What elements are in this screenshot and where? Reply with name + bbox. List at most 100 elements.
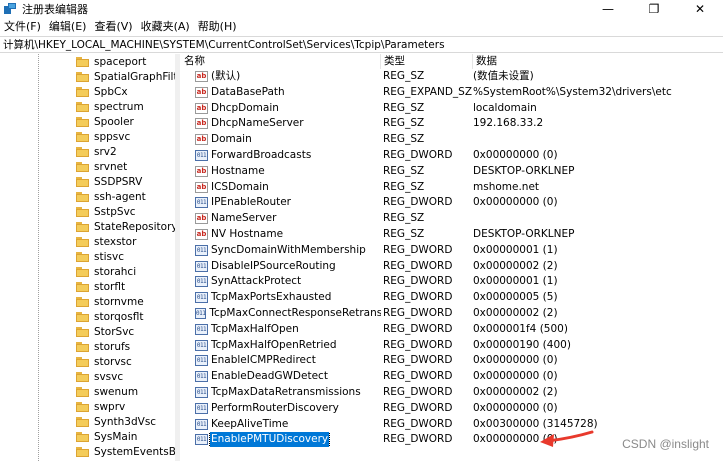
value-type: REG_DWORD bbox=[383, 338, 453, 351]
list-item[interactable]: ab NameServer REG_SZ bbox=[181, 211, 723, 226]
value-name-cell: ab DhcpDomain bbox=[195, 101, 381, 116]
list-item[interactable]: 011 DisableIPSourceRouting REG_DWORD 0x0000… bbox=[181, 259, 723, 274]
list-item[interactable]: ab Hostname REG_SZ DESKTOP-ORKLNEP bbox=[181, 164, 723, 179]
tree-item[interactable]: stisvc bbox=[76, 249, 124, 264]
list-item[interactable]: 011 KeepAliveTime REG_DWORD 0x00300000 (314… bbox=[181, 417, 723, 432]
tree-item[interactable]: srv2 bbox=[76, 144, 117, 159]
list-item[interactable]: ab DhcpDomain REG_SZ localdomain bbox=[181, 101, 723, 116]
list-item[interactable]: 011 TcpMaxDataRetransmissions REG_DWORD 0x0… bbox=[181, 385, 723, 400]
tree-item[interactable]: Spooler bbox=[76, 114, 134, 129]
tree-item[interactable]: SystemEventsBroke bbox=[76, 444, 175, 459]
tree-item[interactable]: SysMain bbox=[76, 429, 137, 444]
tree-item-label: storufs bbox=[94, 340, 131, 353]
list-item[interactable]: ab (默认) REG_SZ (数值未设置) bbox=[181, 69, 723, 84]
key-tree[interactable]: spaceport SpatialGraphFilter SpbCx spectrum… bbox=[0, 54, 176, 461]
list-item[interactable]: 011 SyncDomainWithMembership REG_DWORD 0x00… bbox=[181, 243, 723, 258]
list-item[interactable]: 011 TcpMaxHalfOpenRetried REG_DWORD 0x00000… bbox=[181, 338, 723, 353]
list-item[interactable]: 011 TcpMaxPortsExhausted REG_DWORD 0x000000… bbox=[181, 290, 723, 305]
tree-item[interactable]: srvnet bbox=[76, 159, 127, 174]
tree-item[interactable]: stexstor bbox=[76, 234, 136, 249]
folder-icon bbox=[76, 266, 89, 277]
maximize-button[interactable]: ❐ bbox=[631, 0, 677, 18]
tree-item[interactable]: storvsc bbox=[76, 354, 132, 369]
binary-value-icon: 011 bbox=[195, 260, 208, 272]
tree-item[interactable]: sppsvc bbox=[76, 129, 130, 144]
list-item[interactable]: 011 PerformRouterDiscovery REG_DWORD 0x0000… bbox=[181, 401, 723, 416]
string-value-icon: ab bbox=[195, 165, 208, 177]
value-name: ICSDomain bbox=[211, 180, 269, 193]
tree-item[interactable]: StorSvc bbox=[76, 324, 134, 339]
value-data: 0x000001f4 (500) bbox=[473, 322, 568, 335]
value-name: TcpMaxPortsExhausted bbox=[211, 291, 332, 304]
list-item[interactable]: 011 EnableICMPRedirect REG_DWORD 0x00000000… bbox=[181, 353, 723, 368]
value-name-cell: 011 TcpMaxDataRetransmissions bbox=[195, 385, 381, 400]
value-data: mshome.net bbox=[473, 180, 540, 193]
menu-edit[interactable]: 编辑(E) bbox=[45, 18, 91, 34]
tree-item[interactable]: stornvme bbox=[76, 294, 144, 309]
value-type: REG_DWORD bbox=[383, 149, 453, 161]
value-name: EnableICMPRedirect bbox=[211, 354, 316, 367]
tree-item[interactable]: StateRepository bbox=[76, 219, 176, 234]
column-header-type[interactable]: 类型 bbox=[381, 54, 473, 69]
close-button[interactable]: ✕ bbox=[677, 0, 723, 18]
tree-item-label: sppsvc bbox=[94, 130, 131, 143]
column-header-name[interactable]: 名称 bbox=[181, 54, 381, 69]
window-controls: — ❐ ✕ bbox=[585, 0, 723, 18]
list-item[interactable]: ab DhcpNameServer REG_SZ 192.168.33.2 bbox=[181, 116, 723, 131]
value-name-cell: 011TcpMaxConnectResponseRetransmi... bbox=[195, 306, 381, 321]
value-name-cell: 011 SynAttackProtect bbox=[195, 274, 381, 289]
tree-item[interactable]: Synth3dVsc bbox=[76, 414, 156, 429]
list-item[interactable]: 011TcpMaxConnectResponseRetransmi...REG_… bbox=[181, 306, 723, 321]
menu-favorites[interactable]: 收藏夹(A) bbox=[137, 18, 194, 34]
value-name-cell: 011 IPEnableRouter bbox=[195, 195, 381, 210]
tree-item-label: spaceport bbox=[94, 55, 147, 68]
tree-item[interactable]: SstpSvc bbox=[76, 204, 136, 219]
value-data: 0x00000000 (0) bbox=[473, 370, 558, 383]
menu-help[interactable]: 帮助(H) bbox=[194, 18, 241, 34]
list-item[interactable]: ab DataBasePath REG_EXPAND_SZ %SystemRoot%\… bbox=[181, 85, 723, 100]
tree-item[interactable]: spectrum bbox=[76, 99, 144, 114]
tree-item[interactable]: swprv bbox=[76, 399, 125, 414]
tree-item[interactable]: storqosflt bbox=[76, 309, 143, 324]
list-item[interactable]: 011 TcpMaxHalfOpen REG_DWORD 0x000001f4 (50… bbox=[181, 322, 723, 337]
value-data: 0x00300000 (3145728) bbox=[473, 417, 598, 430]
tree-item-label: SpatialGraphFilter bbox=[94, 70, 175, 83]
menu-view[interactable]: 查看(V) bbox=[90, 18, 136, 34]
folder-icon bbox=[76, 341, 89, 352]
tree-item[interactable]: SpatialGraphFilter bbox=[76, 69, 175, 84]
menu-file[interactable]: 文件(F) bbox=[0, 18, 45, 34]
value-name-cell: ab Domain bbox=[195, 132, 381, 147]
tree-item[interactable]: spaceport bbox=[76, 54, 146, 69]
tree-item-label: StateRepository bbox=[94, 220, 176, 233]
tree-guide-line bbox=[38, 54, 39, 461]
tree-item[interactable]: svsvc bbox=[76, 369, 123, 384]
value-type: REG_SZ bbox=[383, 164, 425, 177]
column-header-data[interactable]: 数据 bbox=[473, 54, 723, 69]
value-type: REG_DWORD bbox=[383, 370, 453, 383]
tree-item[interactable]: storahci bbox=[76, 264, 136, 279]
list-item[interactable]: 011 SynAttackProtect REG_DWORD 0x00000001 (… bbox=[181, 274, 723, 289]
list-item[interactable]: ab NV Hostname REG_SZ DESKTOP-ORKLNEP bbox=[181, 227, 723, 242]
value-name-cell: 011 TcpMaxHalfOpenRetried bbox=[195, 338, 381, 353]
list-item[interactable]: 011 IPEnableRouter REG_DWORD 0x00000000 (0) bbox=[181, 195, 723, 210]
list-item[interactable]: 011 ForwardBroadcasts REG_DWORD 0x00000000 … bbox=[181, 148, 723, 163]
binary-value-icon: 011 bbox=[195, 371, 208, 383]
value-name: DhcpNameServer bbox=[211, 117, 304, 130]
tree-scrollbar[interactable] bbox=[175, 54, 180, 461]
list-item[interactable]: 011 EnableDeadGWDetect REG_DWORD 0x00000000… bbox=[181, 369, 723, 384]
tree-item-label: storahci bbox=[94, 265, 137, 278]
tree-item[interactable]: ssh-agent bbox=[76, 189, 146, 204]
value-data: 0x00000002 (2) bbox=[473, 386, 558, 398]
value-name-cell: 011 DisableIPSourceRouting bbox=[195, 259, 381, 274]
address-bar[interactable]: 计算机\HKEY_LOCAL_MACHINE\SYSTEM\CurrentCon… bbox=[0, 36, 723, 53]
tree-item[interactable]: SSDPSRV bbox=[76, 174, 142, 189]
binary-value-icon: 011 bbox=[195, 387, 208, 398]
tree-item[interactable]: storufs bbox=[76, 339, 130, 354]
tree-item[interactable]: SpbCx bbox=[76, 84, 128, 99]
list-item[interactable]: ab Domain REG_SZ bbox=[181, 132, 723, 147]
tree-item[interactable]: storflt bbox=[76, 279, 125, 294]
minimize-button[interactable]: — bbox=[585, 0, 631, 18]
list-item[interactable]: ab ICSDomain REG_SZ mshome.net bbox=[181, 180, 723, 195]
tree-item[interactable]: swenum bbox=[76, 384, 138, 399]
value-data: DESKTOP-ORKLNEP bbox=[473, 228, 575, 240]
